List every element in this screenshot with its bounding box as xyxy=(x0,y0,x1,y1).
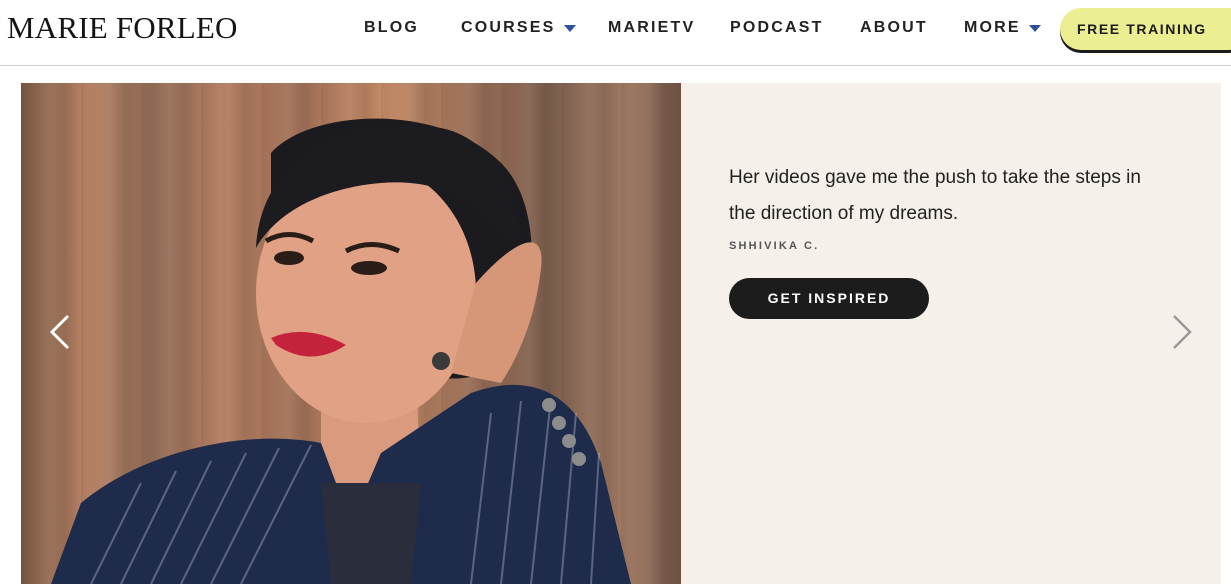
nav-marietv[interactable]: MARIETV xyxy=(608,19,695,37)
testimonial-quote: Her videos gave me the push to take the … xyxy=(729,167,1141,224)
nav-courses-label: COURSES xyxy=(461,19,556,36)
site-logo[interactable]: MARIE FORLEO xyxy=(7,12,238,44)
nav-blog-label: BLOG xyxy=(364,19,420,36)
caret-down-icon xyxy=(1028,25,1041,32)
carousel-prev-button[interactable] xyxy=(46,313,74,351)
portrait-illustration xyxy=(51,118,631,584)
nav-blog[interactable]: BLOG xyxy=(364,19,419,37)
nav-podcast[interactable]: PODCAST xyxy=(730,19,824,37)
free-training-button[interactable]: FREE TRAINING xyxy=(1060,8,1231,50)
nav-more[interactable]: MORE xyxy=(964,19,1041,37)
testimonial-photo xyxy=(21,83,681,584)
nav-podcast-label: PODCAST xyxy=(730,19,824,36)
testimonial-panel xyxy=(681,83,1221,584)
nav-about[interactable]: ABOUT xyxy=(860,19,928,37)
chevron-right-icon xyxy=(1173,315,1192,349)
nav-more-label: MORE xyxy=(964,19,1021,36)
nav-marietv-label: MARIETV xyxy=(608,19,696,36)
nav-about-label: ABOUT xyxy=(860,19,928,36)
testimonial-author: SHHIVIKA C. xyxy=(729,240,820,252)
caret-down-icon xyxy=(563,25,576,32)
get-inspired-button[interactable]: GET INSPIRED xyxy=(729,278,929,319)
chevron-left-icon xyxy=(49,314,70,350)
carousel-next-button[interactable] xyxy=(1168,313,1196,351)
site-header: MARIE FORLEO BLOG COURSES MARIETV PODCAS… xyxy=(0,0,1231,66)
nav-courses[interactable]: COURSES xyxy=(461,19,576,37)
